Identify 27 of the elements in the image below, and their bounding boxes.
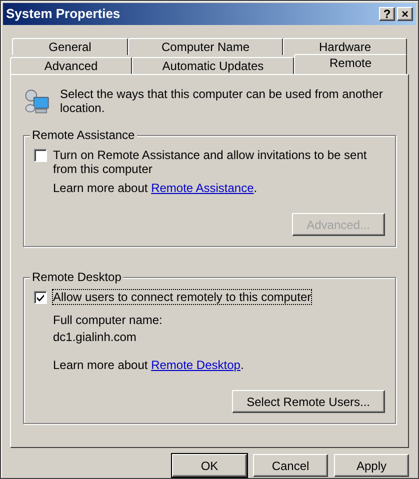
learn-more-text: Learn more about Remote Assistance. xyxy=(53,181,258,195)
tab[interactable]: General xyxy=(12,38,128,55)
detail-text: Full computer name: xyxy=(53,312,164,329)
dialog-button[interactable]: Apply xyxy=(334,454,409,477)
detail-text: dc1.gialinh.com xyxy=(53,329,138,346)
group-title: Remote Desktop xyxy=(30,270,124,284)
checkbox[interactable] xyxy=(34,291,47,304)
window-title: System Properties xyxy=(6,5,122,24)
intro-text: Select the ways that this computer can be used from another location. xyxy=(60,87,384,115)
learn-more-text: Learn more about Remote Desktop. xyxy=(53,358,245,372)
help-link[interactable]: Remote Desktop xyxy=(151,358,240,372)
help-link[interactable]: Remote Assistance xyxy=(151,181,254,195)
dialog-button[interactable]: OK xyxy=(172,454,247,477)
group-button[interactable]: Select Remote Users... xyxy=(232,390,385,413)
checkbox[interactable] xyxy=(34,149,47,162)
help-button[interactable]: ? xyxy=(379,7,395,21)
dialog-button[interactable]: Cancel xyxy=(253,454,328,477)
tab[interactable]: Automatic Updates xyxy=(132,57,294,74)
checkmark-icon xyxy=(36,293,45,302)
checkbox-label[interactable]: Allow users to connect remotely to this computer xyxy=(53,290,312,304)
checkbox-label[interactable]: Turn on Remote Assistance and allow invitations to be sent from this computer xyxy=(53,148,385,176)
group-title: Remote Assistance xyxy=(30,128,137,142)
close-button[interactable]: × xyxy=(397,7,413,21)
tab[interactable]: Advanced xyxy=(10,57,132,74)
tab[interactable]: Hardware xyxy=(283,38,407,55)
tab[interactable]: Remote xyxy=(294,54,407,74)
tab[interactable]: Computer Name xyxy=(128,38,283,55)
